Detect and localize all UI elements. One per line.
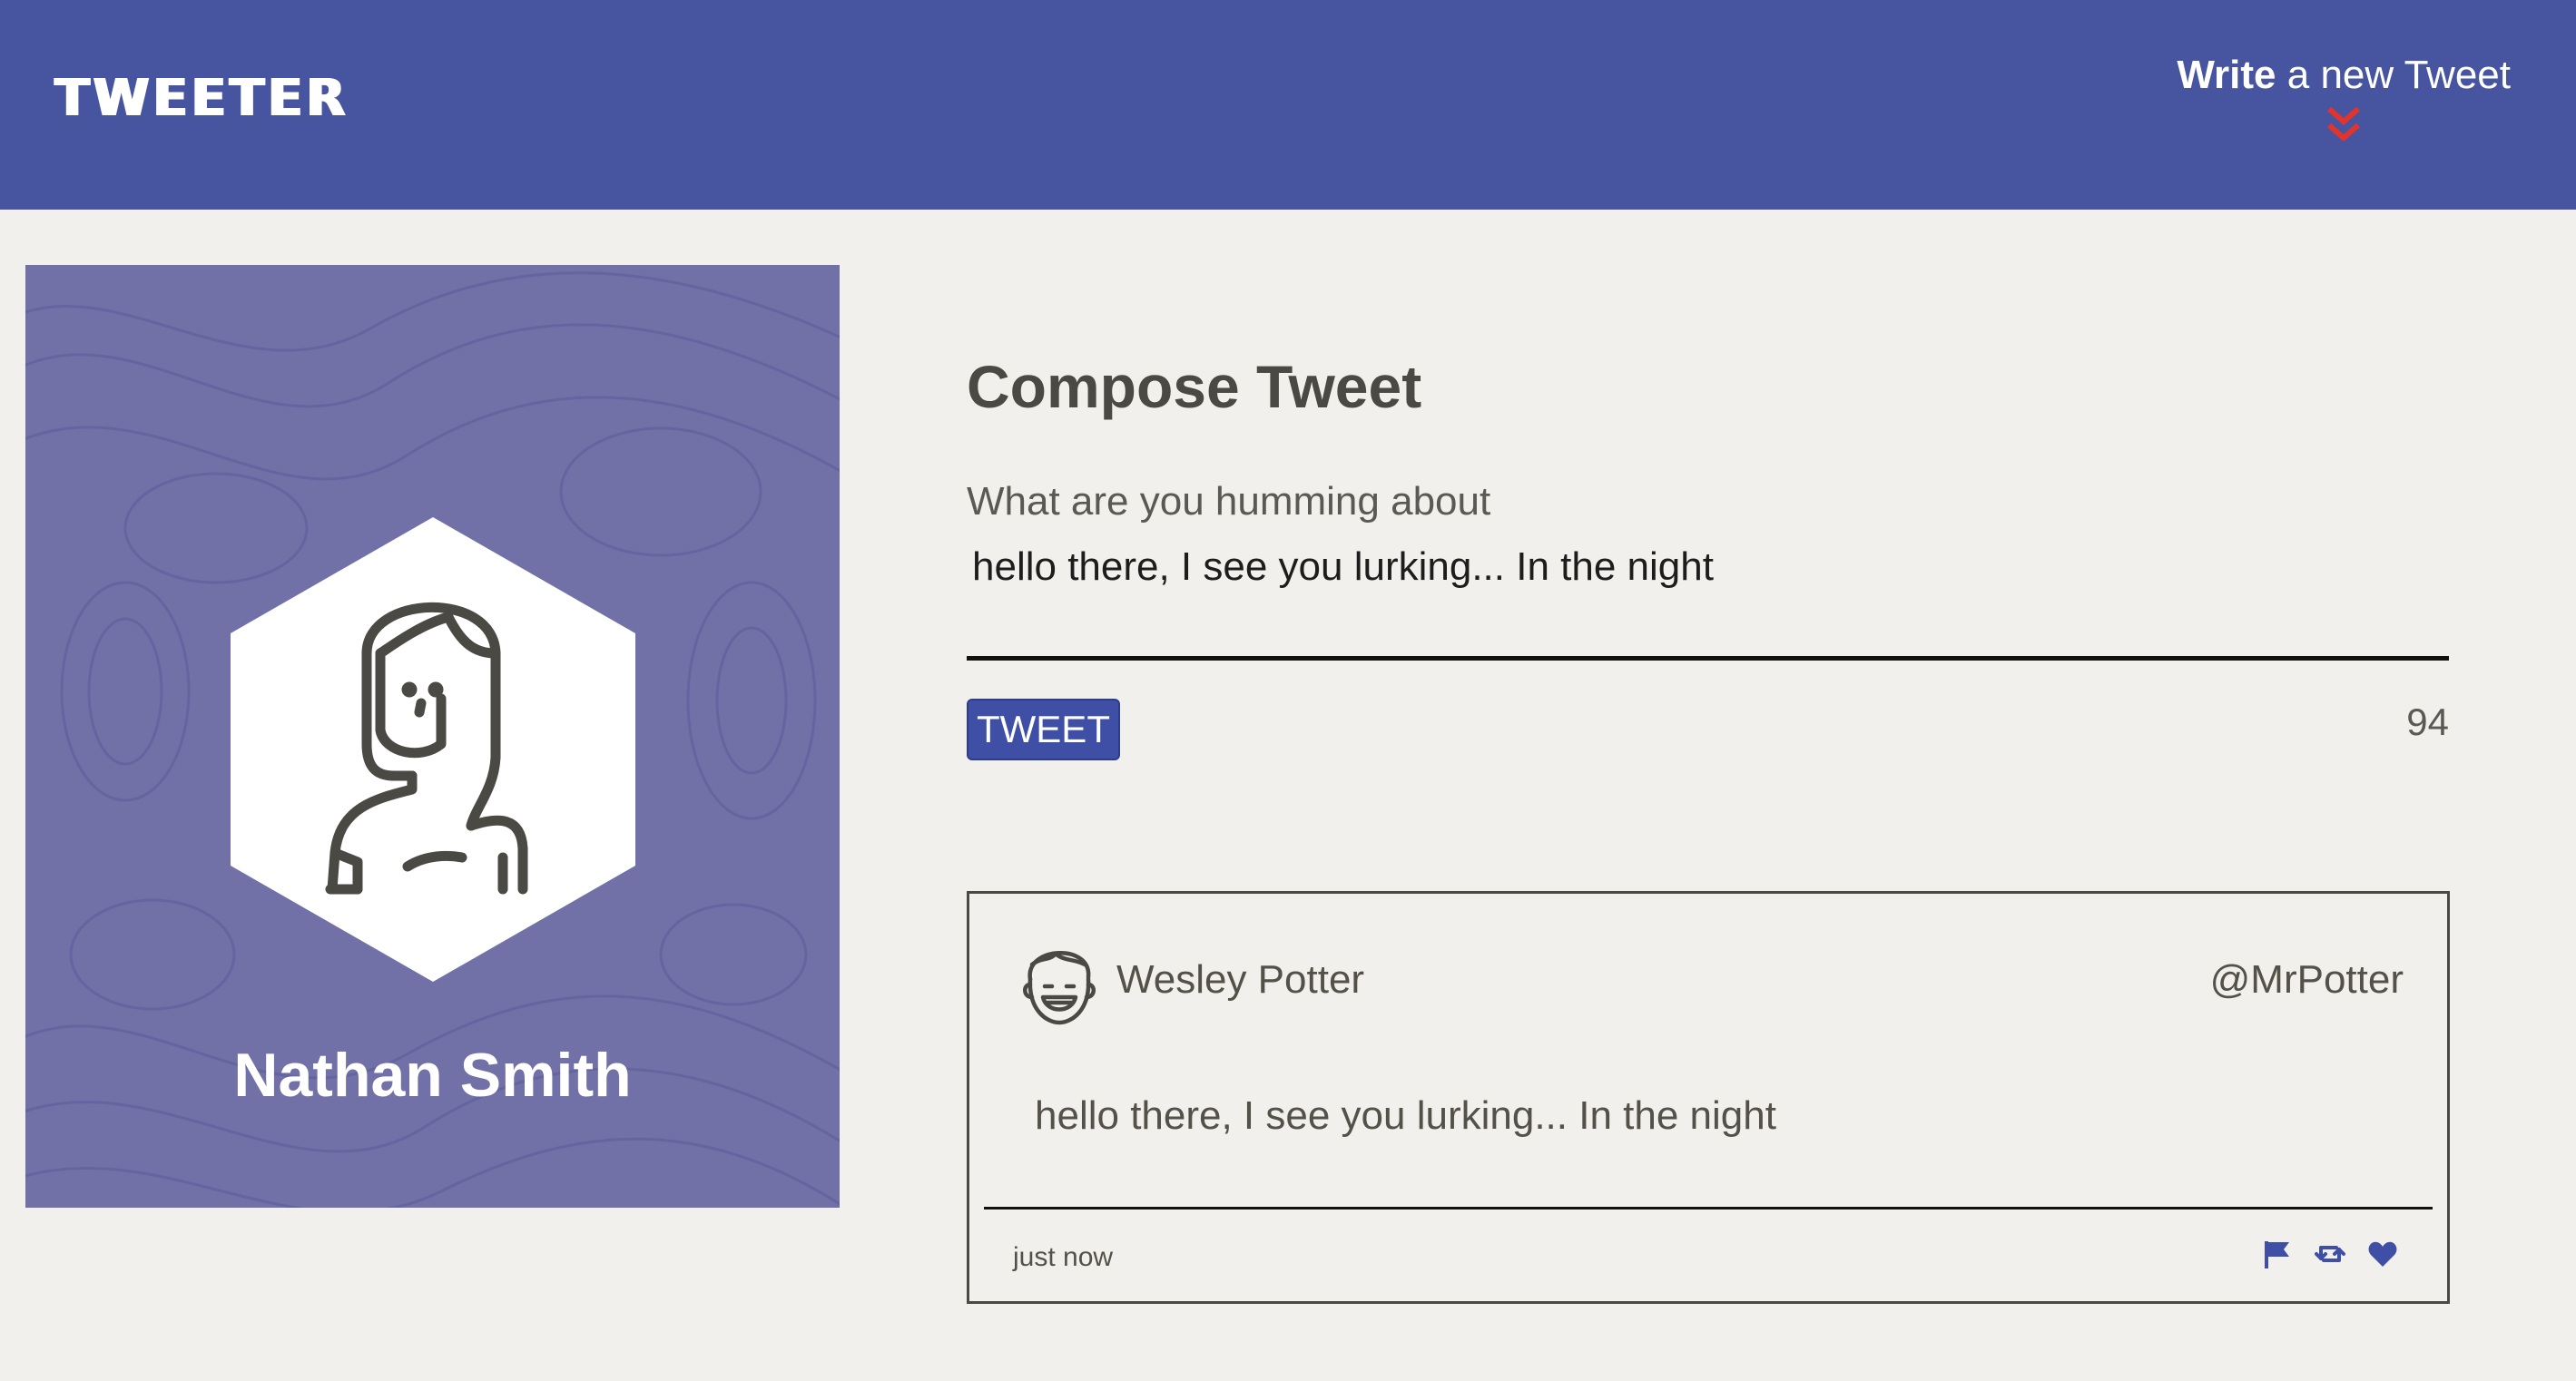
profile-name: Nathan Smith (233, 1041, 632, 1110)
tweet-author-handle[interactable]: @MrPotter (2210, 957, 2404, 1003)
compose-prompt-label: What are you humming about (967, 479, 1491, 524)
heart-icon[interactable] (2367, 1239, 2398, 1269)
write-new-tweet-button[interactable]: Write a new Tweet (2177, 53, 2511, 147)
retweet-icon[interactable] (2315, 1239, 2345, 1269)
tweet-actions (2262, 1239, 2398, 1269)
author-avatar-icon (1023, 950, 1096, 1025)
tweet-submit-button[interactable]: TWEET (967, 699, 1120, 760)
profile-avatar (231, 517, 635, 982)
tweet-timestamp: just now (1013, 1242, 1114, 1272)
write-label-rest: a new Tweet (2276, 53, 2511, 97)
flag-icon[interactable] (2262, 1239, 2293, 1269)
top-nav: TWEETER Write a new Tweet (0, 0, 2576, 210)
compose-title: Compose Tweet (967, 353, 1422, 420)
tweet-content: hello there, I see you lurking... In the… (1035, 1093, 1776, 1138)
double-chevron-down-icon (2327, 106, 2361, 142)
tweet-card: Wesley Potter @MrPotter hello there, I s… (967, 891, 2450, 1304)
write-label-bold: Write (2177, 53, 2276, 97)
write-new-tweet-label: Write a new Tweet (2177, 53, 2511, 98)
character-counter: 94 (2406, 700, 2449, 743)
tweet-author-name[interactable]: Wesley Potter (1116, 957, 1364, 1003)
profile-card: Nathan Smith (25, 265, 840, 1208)
tweet-textarea[interactable]: hello there, I see you lurking... In the… (967, 544, 2449, 661)
app-logo[interactable]: TWEETER (54, 69, 349, 128)
tweet-divider (984, 1207, 2433, 1210)
